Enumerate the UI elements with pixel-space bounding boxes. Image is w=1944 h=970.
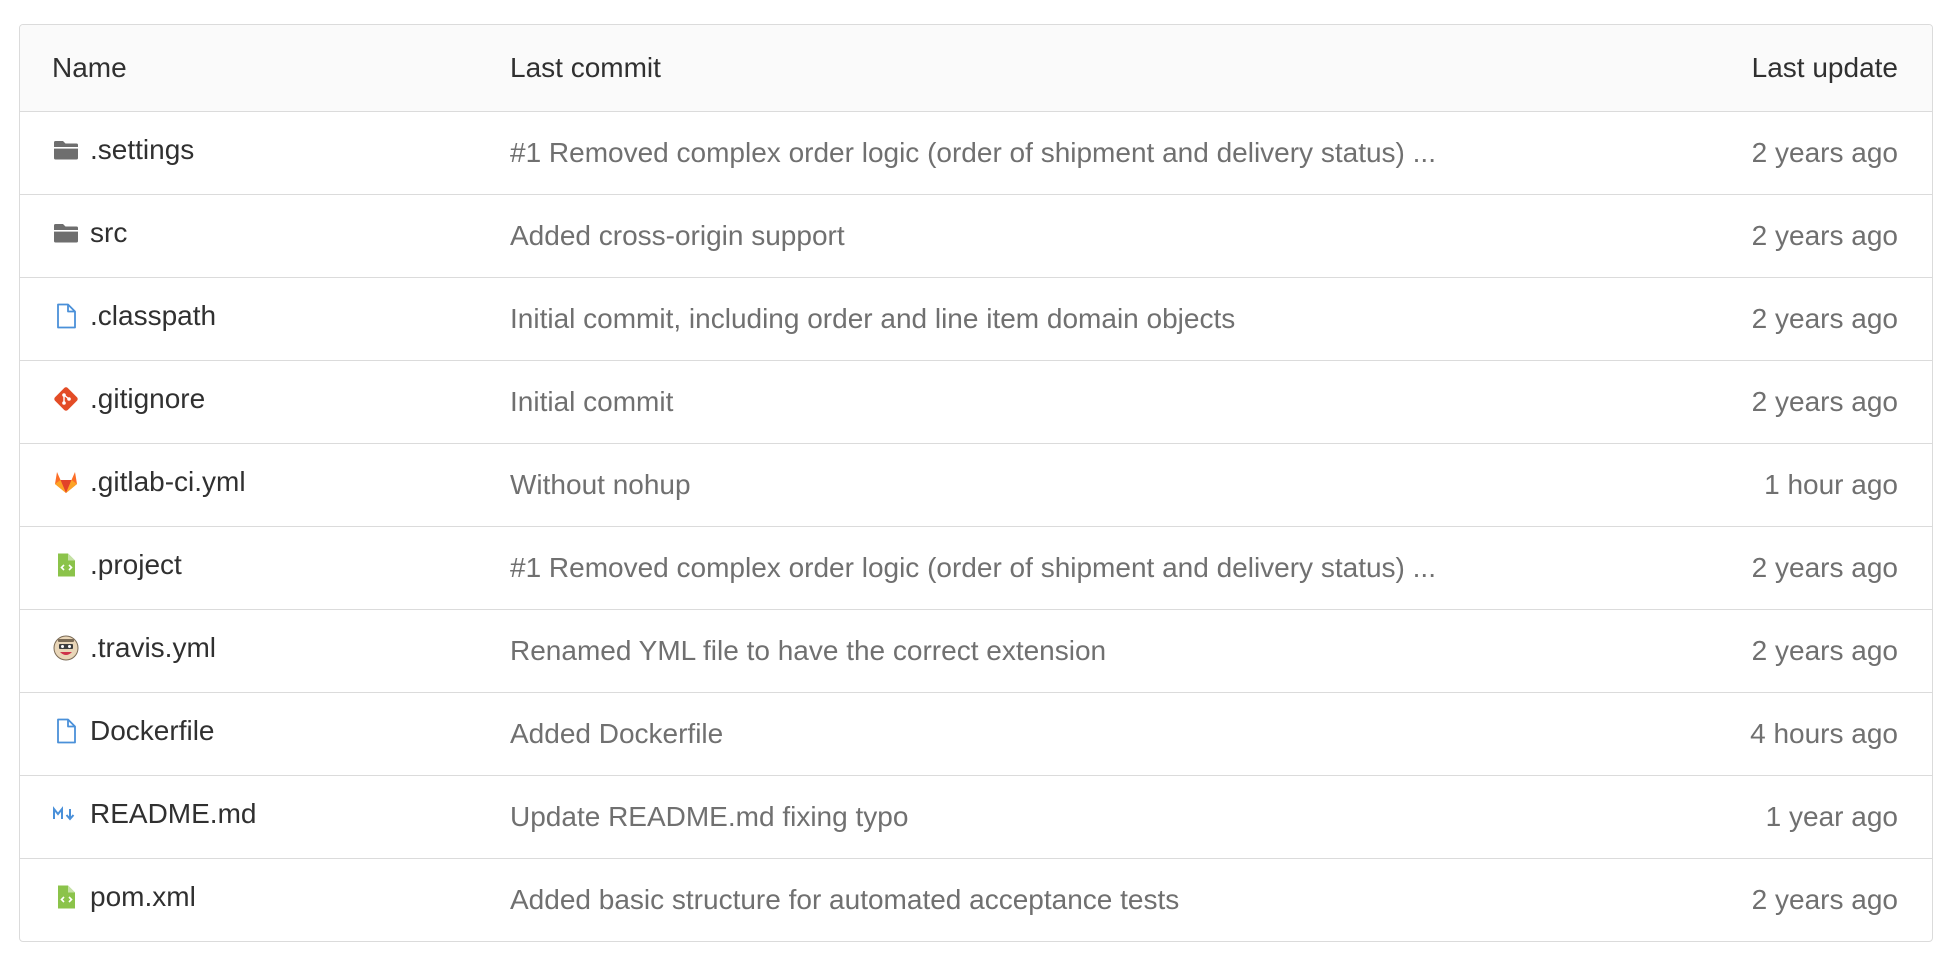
file-name-cell: README.md (20, 775, 458, 858)
file-link[interactable]: src (52, 217, 127, 249)
xml-file-icon (52, 883, 80, 911)
last-update-time: 2 years ago (1751, 302, 1898, 334)
table-row[interactable]: .classpath Initial commit, including orde… (20, 277, 1932, 360)
file-name-cell: .gitignore (20, 360, 458, 443)
last-commit-cell: Added basic structure for automated acce… (458, 858, 1532, 941)
file-link[interactable]: .gitignore (52, 383, 205, 415)
column-header-name: Name (20, 25, 458, 112)
file-name: .travis.yml (90, 632, 216, 663)
file-tree-header: Name Last commit Last update (20, 25, 1932, 112)
last-update-cell: 2 years ago (1532, 360, 1932, 443)
table-row[interactable]: .travis.yml Renamed YML file to have the … (20, 609, 1932, 692)
file-tree: Name Last commit Last update .settings #1… (19, 24, 1933, 942)
file-link[interactable]: Dockerfile (52, 715, 214, 747)
gitlab-icon (52, 468, 80, 496)
last-update-cell: 1 hour ago (1532, 443, 1932, 526)
commit-message-link[interactable]: Added basic structure for automated acce… (510, 884, 1179, 915)
file-icon (52, 302, 80, 330)
file-name-cell: Dockerfile (20, 692, 458, 775)
last-update-cell: 2 years ago (1532, 277, 1932, 360)
last-commit-cell: Initial commit, including order and line… (458, 277, 1532, 360)
last-commit-cell: #1 Removed complex order logic (order of… (458, 111, 1532, 194)
file-link[interactable]: .gitlab-ci.yml (52, 466, 246, 498)
last-update-cell: 2 years ago (1532, 858, 1932, 941)
file-link[interactable]: pom.xml (52, 881, 196, 913)
table-row[interactable]: .settings #1 Removed complex order logic … (20, 111, 1932, 194)
git-icon (52, 385, 80, 413)
last-update-time: 4 hours ago (1750, 717, 1898, 749)
last-update-cell: 1 year ago (1532, 775, 1932, 858)
last-commit-cell: Renamed YML file to have the correct ext… (458, 609, 1532, 692)
file-name: src (90, 217, 128, 248)
last-commit-cell: Added Dockerfile (458, 692, 1532, 775)
file-name-cell: pom.xml (20, 858, 458, 941)
last-update-time: 1 year ago (1765, 800, 1898, 832)
last-update-time: 2 years ago (1751, 136, 1898, 168)
table-row[interactable]: src Added cross-origin support 2 years ago (20, 194, 1932, 277)
commit-message-link[interactable]: Initial commit, including order and line… (510, 303, 1235, 334)
commit-message-link[interactable]: Renamed YML file to have the correct ext… (510, 635, 1106, 666)
folder-icon (52, 219, 80, 247)
last-update-cell: 2 years ago (1532, 526, 1932, 609)
file-name: .project (90, 549, 182, 580)
commit-message-link[interactable]: #1 Removed complex order logic (order of… (510, 552, 1436, 583)
last-update-time: 2 years ago (1751, 634, 1898, 666)
file-icon (52, 717, 80, 745)
file-name-cell: .gitlab-ci.yml (20, 443, 458, 526)
travis-icon (52, 634, 80, 662)
last-commit-cell: Initial commit (458, 360, 1532, 443)
file-name: .gitlab-ci.yml (90, 466, 246, 497)
file-name-cell: .travis.yml (20, 609, 458, 692)
last-commit-cell: Added cross-origin support (458, 194, 1532, 277)
file-name-cell: .classpath (20, 277, 458, 360)
file-link[interactable]: .project (52, 549, 182, 581)
commit-message-link[interactable]: #1 Removed complex order logic (order of… (510, 137, 1436, 168)
file-link[interactable]: README.md (52, 798, 256, 830)
file-name-cell: src (20, 194, 458, 277)
last-update-time: 2 years ago (1751, 219, 1898, 251)
table-row[interactable]: README.md Update README.md fixing typo 1 y… (20, 775, 1932, 858)
last-update-cell: 2 years ago (1532, 194, 1932, 277)
last-update-cell: 4 hours ago (1532, 692, 1932, 775)
commit-message-link[interactable]: Update README.md fixing typo (510, 801, 908, 832)
file-name-cell: .project (20, 526, 458, 609)
column-header-last-update: Last update (1532, 25, 1932, 112)
file-name: pom.xml (90, 881, 196, 913)
file-tree-body: .settings #1 Removed complex order logic … (20, 111, 1932, 941)
file-name: Dockerfile (90, 715, 215, 746)
file-link[interactable]: .travis.yml (52, 632, 216, 664)
last-commit-cell: Without nohup (458, 443, 1532, 526)
last-commit-cell: #1 Removed complex order logic (order of… (458, 526, 1532, 609)
table-row[interactable]: .project #1 Removed complex order logic (… (20, 526, 1932, 609)
last-commit-cell: Update README.md fixing typo (458, 775, 1532, 858)
xml-file-icon (52, 551, 80, 579)
last-update-time: 2 years ago (1751, 551, 1898, 583)
commit-message-link[interactable]: Added Dockerfile (510, 718, 723, 749)
table-row[interactable]: pom.xml Added basic structure for automat… (20, 858, 1932, 941)
file-name: .classpath (90, 300, 217, 331)
last-update-time: 2 years ago (1751, 385, 1898, 417)
column-header-last-commit: Last commit (458, 25, 1532, 112)
last-update-cell: 2 years ago (1532, 111, 1932, 194)
table-row[interactable]: .gitignore Initial commit 2 years ago (20, 360, 1932, 443)
last-update-time: 2 years ago (1751, 883, 1898, 915)
commit-message-link[interactable]: Without nohup (510, 469, 691, 500)
file-name: README.md (90, 798, 257, 829)
commit-message-link[interactable]: Added cross-origin support (510, 220, 845, 251)
commit-message-link[interactable]: Initial commit (510, 386, 673, 417)
file-link[interactable]: .settings (52, 134, 194, 166)
folder-icon (52, 136, 80, 164)
last-update-cell: 2 years ago (1532, 609, 1932, 692)
last-update-time: 1 hour ago (1764, 468, 1898, 500)
table-row[interactable]: Dockerfile Added Dockerfile 4 hours ago (20, 692, 1932, 775)
file-name: .gitignore (90, 383, 206, 414)
markdown-icon (52, 800, 80, 828)
file-name-cell: .settings (20, 111, 458, 194)
file-link[interactable]: .classpath (52, 300, 216, 332)
table-row[interactable]: .gitlab-ci.yml Without nohup 1 hour ago (20, 443, 1932, 526)
file-name: .settings (90, 134, 195, 165)
file-tree-table: Name Last commit Last update .settings #1… (20, 25, 1932, 941)
